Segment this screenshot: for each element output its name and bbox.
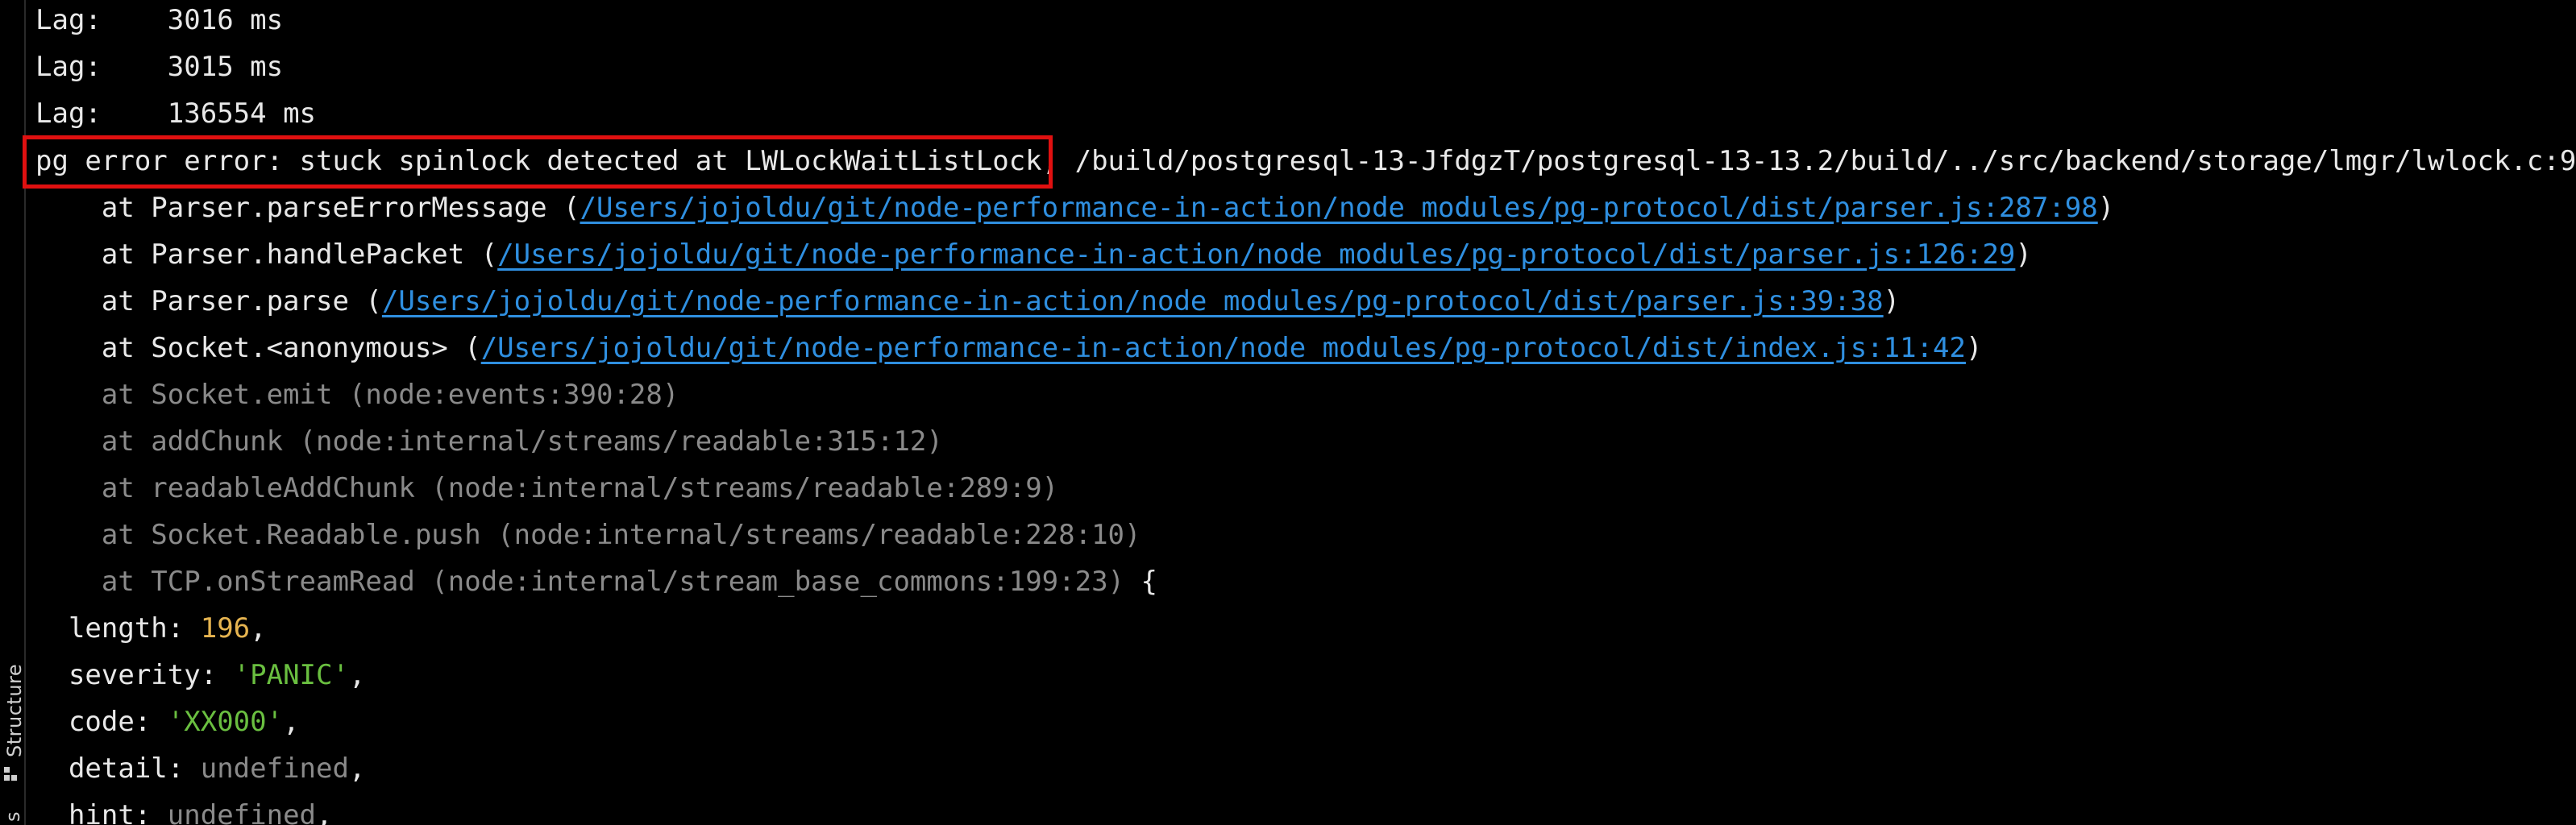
stack-frame: at Parser.parse (/Users/jojoldu/git/node… (35, 278, 1900, 325)
structure-tab[interactable]: Structure (0, 614, 26, 759)
secondary-tab-label[interactable]: s (2, 811, 24, 822)
stack-frame: at Socket.<anonymous> (/Users/jojoldu/gi… (35, 325, 1983, 371)
prop-value: undefined (167, 799, 317, 825)
stack-frame-suffix: ) (2097, 192, 2115, 224)
internal-stack-frame: at Socket.Readable.push (node:internal/s… (35, 512, 1141, 558)
stack-frame-label: at Socket.<anonymous> ( (101, 332, 481, 364)
lag-label: Lag: (35, 4, 102, 36)
lag-value: 3016 ms (167, 4, 284, 36)
internal-stack-text: at readableAddChunk (node:internal/strea… (101, 472, 1059, 504)
lag-line: Lag: 3016 ms (35, 0, 283, 44)
structure-icon (4, 767, 17, 781)
prop-value: 'PANIC' (233, 659, 349, 691)
prop-comma: , (250, 612, 267, 645)
prop-severity: severity: 'PANIC', (35, 652, 365, 699)
prop-key: length: (68, 612, 201, 645)
error-line: pg error error: stuck spinlock detected … (35, 138, 2576, 184)
prop-comma: , (283, 706, 300, 738)
open-brace: { (1124, 566, 1157, 598)
prop-value: undefined (200, 752, 349, 785)
internal-stack-text: at TCP.onStreamRead (node:internal/strea… (101, 566, 1125, 598)
lag-line: Lag: 136554 ms (35, 90, 316, 137)
internal-stack-text: at Socket.emit (node:events:390:28) (101, 379, 679, 411)
error-location: /build/postgresql-13-JfdgzT/postgresql-1… (1058, 145, 2576, 177)
stack-frame-link[interactable]: /Users/jojoldu/git/node-performance-in-a… (481, 332, 1966, 364)
prop-key: hint: (68, 799, 168, 825)
stack-frame-label: at Parser.parse ( (101, 285, 382, 317)
internal-stack-text: at addChunk (node:internal/streams/reada… (101, 425, 943, 458)
lag-label: Lag: (35, 51, 102, 83)
structure-tab-label: Structure (3, 663, 26, 757)
stack-frame-link[interactable]: /Users/jojoldu/git/node-performance-in-a… (382, 285, 1884, 317)
stack-frame-suffix: ) (2015, 238, 2032, 271)
stack-frame-label: at Parser.handlePacket ( (101, 238, 498, 271)
lag-value: 3015 ms (167, 51, 284, 83)
internal-stack-frame: at TCP.onStreamRead (node:internal/strea… (35, 558, 1157, 605)
stack-frame-suffix: ) (1883, 285, 1901, 317)
internal-stack-frame: at addChunk (node:internal/streams/reada… (35, 418, 943, 465)
prop-comma: , (316, 799, 333, 825)
stack-frame-label: at Parser.parseErrorMessage ( (101, 192, 580, 224)
prop-code: code: 'XX000', (35, 699, 300, 745)
prop-key: severity: (68, 659, 234, 691)
stack-frame-link[interactable]: /Users/jojoldu/git/node-performance-in-a… (580, 192, 2098, 224)
internal-stack-frame: at Socket.emit (node:events:390:28) (35, 371, 679, 418)
prop-comma: , (348, 659, 366, 691)
prop-comma: , (348, 752, 366, 785)
terminal-output[interactable]: Lag: 3016 ms Lag: 3015 ms Lag: 136554 ms… (35, 0, 2576, 825)
lag-label: Lag: (35, 97, 102, 130)
prop-length: length: 196, (35, 605, 267, 652)
lag-value: 136554 ms (167, 97, 317, 130)
prop-key: detail: (68, 752, 201, 785)
stack-frame: at Parser.parseErrorMessage (/Users/jojo… (35, 184, 2114, 231)
prop-value: 196 (200, 612, 251, 645)
stack-frame-suffix: ) (1965, 332, 1983, 364)
error-message: pg error error: stuck spinlock detected … (35, 145, 1059, 177)
internal-stack-text: at Socket.Readable.push (node:internal/s… (101, 519, 1141, 551)
lag-line: Lag: 3015 ms (35, 44, 283, 90)
tool-window-gutter: Structure s (0, 0, 26, 825)
prop-value: 'XX000' (167, 706, 284, 738)
terminal-window: Structure s Lag: 3016 ms Lag: 3015 ms La… (0, 0, 2576, 825)
stack-frame-link[interactable]: /Users/jojoldu/git/node-performance-in-a… (497, 238, 2015, 271)
prop-detail: detail: undefined, (35, 745, 365, 792)
stack-frame: at Parser.handlePacket (/Users/jojoldu/g… (35, 231, 2032, 278)
prop-hint: hint: undefined, (35, 792, 333, 825)
internal-stack-frame: at readableAddChunk (node:internal/strea… (35, 465, 1058, 512)
prop-key: code: (68, 706, 168, 738)
